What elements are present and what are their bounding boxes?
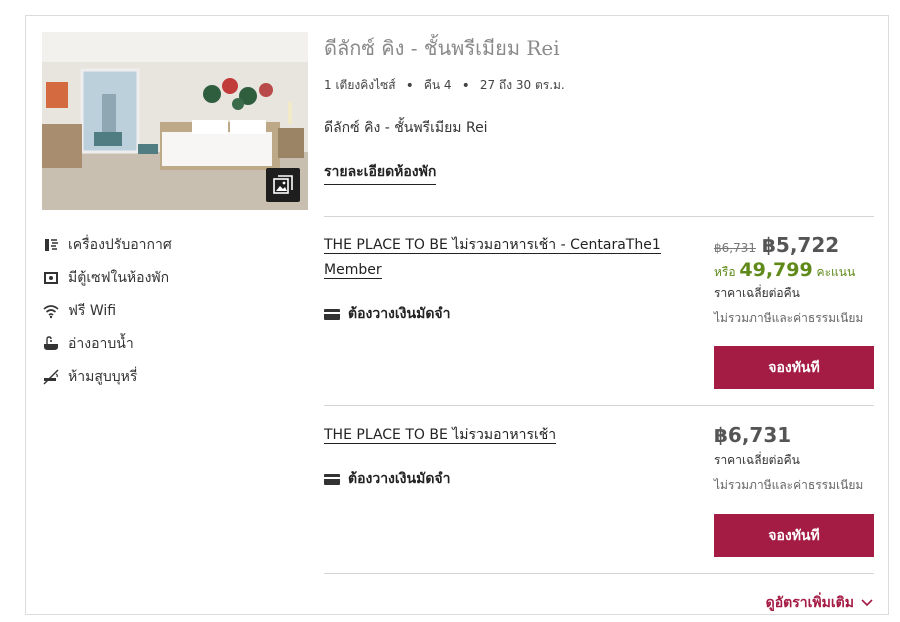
price-box: ฿6,731 ฿5,722 หรือ 49,799 คะแนน ราคาเฉลี… [714,233,874,328]
bed-spec: 1 เตียงคิงไซส์ [324,78,396,92]
rate-option: THE PLACE TO BE ไม่รวมอาหารเช้า ต้องวางเ… [324,423,874,573]
wifi-icon [42,302,60,320]
points-price: หรือ 49,799 คะแนน [714,259,856,281]
rate-name: THE PLACE TO BE ไม่รวมอาหารเช้า [324,423,684,448]
amenities-list: เครื่องปรับอากาศ มีตู้เซฟในห้องพัก ฟรี W… [42,228,308,393]
chevron-down-icon [861,599,873,607]
air-conditioner-icon [42,236,60,254]
tax-note: ไม่รวมภาษีและค่าธรรมเนียม [714,478,864,492]
no-smoking-icon [42,368,60,386]
amenity-item: อ่างอาบน้ำ [42,327,308,360]
room-card: เครื่องปรับอากาศ มีตู้เซฟในห้องพัก ฟรี W… [25,15,889,615]
divider [324,573,874,574]
amenity-item: มีตู้เซฟในห้องพัก [42,261,308,294]
avg-per-night-label: ราคาเฉลี่ยต่อคืน [714,453,800,467]
room-details-link[interactable]: รายละเอียดห้องพัก [324,161,437,185]
original-price: ฿6,731 [714,241,756,255]
amenity-label: ห้ามสูบบุหรี่ [68,368,138,385]
size-spec: 27 ถึง 30 ตร.ม. [479,78,565,92]
divider [324,405,874,406]
discounted-price: ฿5,722 [762,233,840,257]
separator-dot: • [405,77,414,94]
room-specs: 1 เตียงคิงไซส์ • คืน 4 • 27 ถึง 30 ตร.ม. [324,76,874,95]
divider [324,216,874,217]
deposit-note: ต้องวางเงินมัดจำ [324,303,450,325]
amenity-label: เครื่องปรับอากาศ [68,236,172,253]
credit-card-icon [324,473,340,485]
rate-option: THE PLACE TO BE ไม่รวมอาหารเช้า - Centar… [324,233,874,403]
book-now-button[interactable]: จองทันที [714,514,874,557]
price: ฿6,731 [714,423,792,447]
rate-name-link[interactable]: THE PLACE TO BE ไม่รวมอาหารเช้า [324,427,557,444]
rate-name-link[interactable]: THE PLACE TO BE ไม่รวมอาหารเช้า - Centar… [324,237,661,279]
amenity-item: เครื่องปรับอากาศ [42,228,308,261]
amenity-item: ห้ามสูบบุหรี่ [42,360,308,393]
tax-note: ไม่รวมภาษีและค่าธรรมเนียม [714,311,864,325]
bathtub-icon [42,335,60,353]
room-details: ดีลักซ์ คิง - ชั้นพรีเมียม Rei 1 เตียงคิ… [324,32,874,611]
nights-spec: คืน 4 [423,78,452,92]
book-now-button[interactable]: จองทันที [714,346,874,389]
price-box: ฿6,731 ราคาเฉลี่ยต่อคืน ไม่รวมภาษีและค่า… [714,423,874,495]
deposit-note: ต้องวางเงินมัดจำ [324,468,450,490]
gallery-button[interactable] [266,168,300,202]
more-rates-link[interactable]: ดูอัตราเพิ่มเติม [766,592,874,614]
credit-card-icon [324,308,340,320]
rate-name: THE PLACE TO BE ไม่รวมอาหารเช้า - Centar… [324,233,684,283]
room-title: ดีลักซ์ คิง - ชั้นพรีเมียม Rei [324,36,560,60]
amenity-label: อ่างอาบน้ำ [68,335,134,352]
amenity-label: ฟรี Wifi [68,302,117,319]
safe-icon [42,269,60,287]
avg-per-night-label: ราคาเฉลี่ยต่อคืน [714,286,800,300]
amenity-label: มีตู้เซฟในห้องพัก [68,269,170,286]
amenity-item: ฟรี Wifi [42,294,308,327]
gallery-icon [273,175,293,194]
room-subtitle: ดีลักซ์ คิง - ชั้นพรีเมียม Rei [324,120,488,136]
separator-dot: • [461,77,470,94]
room-photo[interactable] [42,32,308,210]
